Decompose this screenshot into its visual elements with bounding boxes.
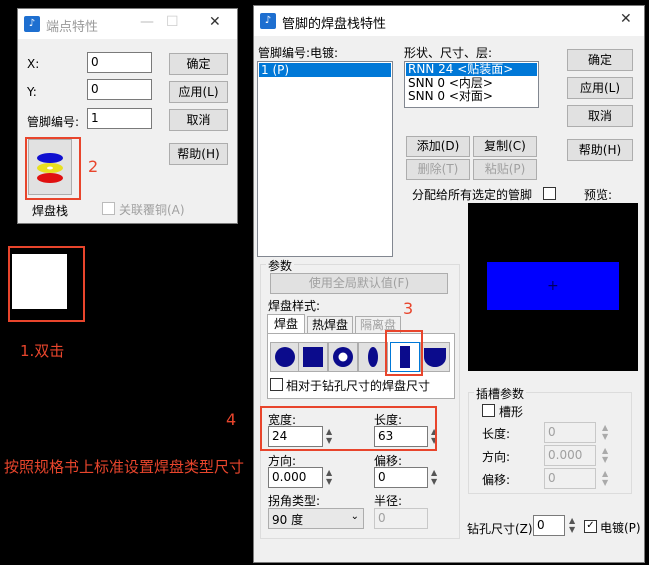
shape-square-button[interactable] (298, 342, 328, 372)
pad-style-label: 焊盘样式: (268, 299, 321, 313)
cancel-button[interactable]: 取消 (567, 105, 633, 127)
pin-number-label: 管脚编号: (27, 115, 80, 129)
corner-type-label: 拐角类型: (268, 494, 321, 508)
annular-shape-icon (333, 347, 353, 367)
add-button[interactable]: 添加(D) (406, 136, 470, 157)
slot-length-field[interactable]: 0 (544, 422, 596, 443)
oval-shape-icon (368, 347, 378, 367)
shape-oval-button[interactable] (358, 342, 388, 372)
finger-shape-icon (424, 348, 446, 367)
annotation-4: 4 (226, 410, 237, 429)
x-label: X: (27, 57, 40, 71)
parameters-group-label: 参数 (266, 257, 295, 274)
annotation-1: 1.双击 (20, 342, 65, 360)
title-bar: ♪ 管脚的焊盘栈特性 ✕ (254, 6, 644, 36)
drill-size-label: 钻孔尺寸(Z): (467, 522, 537, 536)
pin-list[interactable]: 1 (P) (257, 61, 393, 257)
annotation-3: 3 (403, 299, 414, 318)
corner-type-select[interactable]: 90 度 ⌄ (268, 508, 364, 529)
annotation-note: 按照规格书上标准设置焊盘类型尺寸 (4, 458, 245, 476)
copy-button[interactable]: 复制(C) (473, 136, 537, 157)
shape-header: 形状、尺寸、层: (404, 46, 493, 60)
slot-parameters-label: 插槽参数 (474, 385, 527, 402)
relative-drill-label: 相对于钻孔尺寸的焊盘尺寸 (286, 379, 431, 393)
y-label: Y: (27, 85, 37, 99)
slotted-checkbox[interactable] (482, 404, 495, 417)
preview-center-mark: + (547, 278, 559, 294)
pin-number-field[interactable]: 1 (87, 108, 152, 129)
link-copper-checkbox[interactable] (102, 202, 115, 215)
orientation-spinner[interactable]: ▲ ▼ (326, 468, 336, 486)
plated-label: 电镀(P) (600, 521, 641, 535)
dialog-title: 管脚的焊盘栈特性 (282, 17, 387, 32)
shape-list-item[interactable]: SNN 0 <对面> (405, 90, 538, 103)
slot-orientation-spinner[interactable]: ▲ ▼ (602, 446, 612, 464)
slot-orientation-label: 方向: (482, 450, 511, 464)
help-button[interactable]: 帮助(H) (567, 139, 633, 161)
plated-checkbox[interactable]: ✓ (584, 520, 597, 533)
shape-list[interactable]: RNN 24 <贴装面> SNN 0 <内层> SNN 0 <对面> (404, 61, 539, 108)
ok-button[interactable]: 确定 (169, 53, 228, 75)
close-icon[interactable]: ✕ (620, 11, 632, 27)
relative-drill-checkbox[interactable] (270, 378, 283, 391)
app-icon: ♪ (24, 16, 40, 32)
paste-button[interactable]: 粘贴(P) (473, 159, 537, 180)
shape-annular-button[interactable] (328, 342, 358, 372)
tab-thermal[interactable]: 热焊盘 (307, 316, 353, 334)
annotation-box-2 (25, 137, 81, 200)
slot-orientation-field[interactable]: 0.000 (544, 445, 596, 466)
drill-size-field[interactable]: 0 (533, 515, 565, 536)
cancel-button[interactable]: 取消 (169, 109, 228, 131)
corner-type-value: 90 度 (272, 513, 304, 527)
tab-pad[interactable]: 焊盘 (267, 314, 305, 334)
close-icon[interactable]: ✕ (209, 14, 221, 30)
chevron-down-icon: ⌄ (350, 511, 359, 522)
annotation-2: 2 (88, 157, 99, 176)
shape-finger-button[interactable] (420, 342, 450, 372)
delete-button[interactable]: 删除(T) (406, 159, 470, 180)
use-default-button[interactable]: 使用全局默认值(F) (270, 273, 448, 294)
square-shape-icon (303, 347, 323, 367)
annotation-box-3 (385, 330, 423, 376)
minimize-icon[interactable]: — (140, 14, 154, 30)
shape-list-item[interactable]: RNN 24 <贴装面> (406, 63, 537, 76)
slotted-label: 槽形 (499, 405, 524, 419)
apply-button[interactable]: 应用(L) (169, 81, 228, 103)
radius-label: 半径: (374, 494, 403, 508)
padstack-label: 焊盘栈 (32, 204, 69, 218)
ok-button[interactable]: 确定 (567, 49, 633, 71)
round-shape-icon (275, 347, 295, 367)
assign-all-checkbox[interactable] (543, 187, 556, 200)
annotation-box-1 (8, 246, 85, 322)
slot-offset-label: 偏移: (482, 473, 511, 487)
pin-plating-header: 管脚编号:电镀: (258, 46, 339, 60)
slot-length-spinner[interactable]: ▲ ▼ (602, 423, 612, 441)
preview-label: 预览: (584, 188, 613, 202)
padstack-properties-dialog: ♪ 管脚的焊盘栈特性 ✕ 管脚编号:电镀: 1 (P) 形状、尺寸、层: RNN… (253, 5, 645, 563)
apply-button[interactable]: 应用(L) (567, 77, 633, 99)
pin-list-item[interactable]: 1 (P) (259, 63, 391, 77)
offset-spinner[interactable]: ▲ ▼ (431, 468, 441, 486)
drill-size-spinner[interactable]: ▲ ▼ (569, 516, 579, 534)
title-bar: ♪ 端点特性 — ☐ ✕ (18, 9, 237, 39)
radius-field[interactable]: 0 (374, 508, 428, 529)
preview-canvas: + (468, 203, 638, 371)
link-copper-label: 关联覆铜(A) (119, 203, 185, 217)
shape-round-button[interactable] (270, 342, 300, 372)
offset-field[interactable]: 0 (374, 467, 428, 488)
annotation-box-4 (260, 406, 437, 451)
y-field[interactable]: 0 (87, 79, 152, 100)
slot-offset-field[interactable]: 0 (544, 468, 596, 489)
dialog-title: 端点特性 (46, 20, 99, 35)
orientation-field[interactable]: 0.000 (268, 467, 323, 488)
app-icon: ♪ (260, 13, 276, 29)
x-field[interactable]: 0 (87, 52, 152, 73)
assign-all-label: 分配给所有选定的管脚 (412, 188, 533, 202)
slot-length-label: 长度: (482, 427, 511, 441)
slot-offset-spinner[interactable]: ▲ ▼ (602, 469, 612, 487)
help-button[interactable]: 帮助(H) (169, 143, 228, 165)
maximize-icon[interactable]: ☐ (166, 14, 179, 30)
